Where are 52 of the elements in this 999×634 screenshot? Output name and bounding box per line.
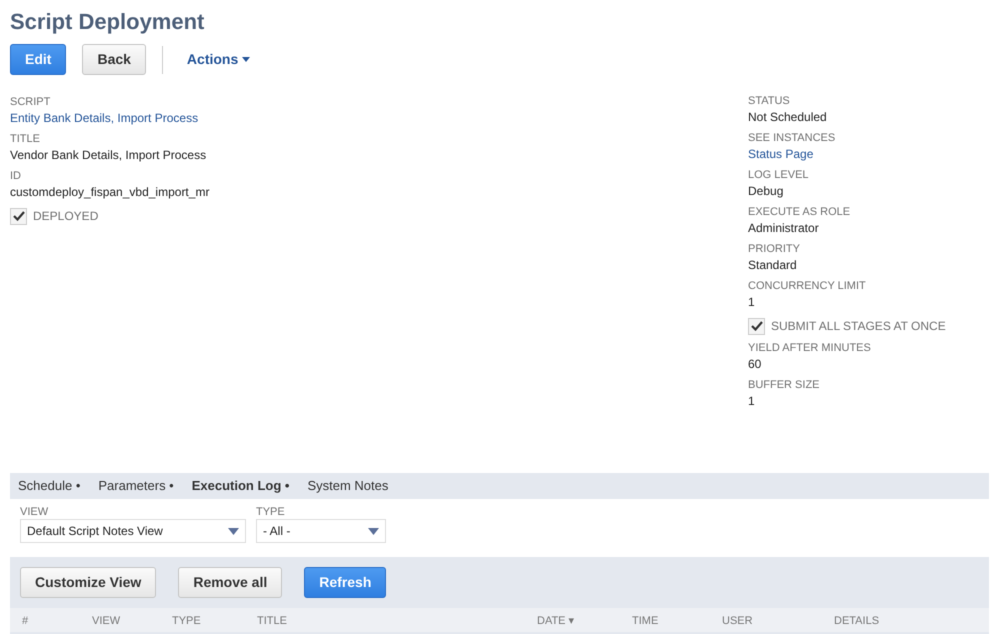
field-label: CONCURRENCY LIMIT (748, 279, 866, 294)
checkmark-icon (750, 321, 762, 331)
checkbox[interactable] (10, 208, 27, 224)
actions-menu[interactable]: Actions (186, 49, 250, 70)
field-value: 1 (748, 393, 755, 409)
field-value: Administrator (748, 220, 819, 236)
field-label: ID (10, 169, 21, 184)
field-label: EXECUTE AS ROLE (748, 205, 850, 220)
subtab[interactable]: Parameters • (98, 476, 174, 496)
caret-icon (368, 528, 379, 534)
caret-icon (228, 528, 239, 534)
list-button[interactable]: Customize View (20, 567, 156, 598)
field-link[interactable]: Status Page (748, 146, 814, 162)
filter-label: VIEW (20, 505, 48, 519)
field-label: DEPLOYED (33, 208, 98, 225)
field-label: LOG LEVEL (748, 168, 809, 183)
list-button[interactable]: Remove all (178, 567, 282, 598)
field-label: STATUS (748, 94, 790, 109)
page-title: Script Deployment (10, 8, 204, 36)
column-header[interactable]: VIEW (92, 615, 120, 627)
column-header[interactable]: USER (722, 615, 753, 627)
field-value: 60 (748, 356, 762, 372)
field-label: SEE INSTANCES (748, 131, 836, 146)
field-value: Vendor Bank Details, Import Process (10, 147, 206, 163)
field-link[interactable]: Entity Bank Details, Import Process (10, 110, 198, 126)
field-value: Not Scheduled (748, 109, 827, 125)
field-label: YIELD AFTER MINUTES (748, 341, 871, 356)
filter-label: TYPE (256, 505, 285, 519)
field-value: Standard (748, 257, 797, 273)
field-label: BUFFER SIZE (748, 378, 820, 393)
caret-icon (242, 57, 250, 62)
field-label: TITLE (10, 132, 40, 147)
column-header[interactable]: DETAILS (834, 615, 880, 627)
column-header[interactable]: TYPE (172, 615, 201, 627)
checkbox[interactable] (748, 318, 765, 334)
action-button[interactable]: Back (82, 44, 146, 75)
field-value: customdeploy_fispan_vbd_import_mr (10, 184, 210, 200)
subtab[interactable]: Execution Log • (192, 476, 290, 496)
column-header[interactable]: TITLE (257, 615, 287, 627)
filter-dropdown[interactable]: Default Script Notes View (20, 519, 246, 543)
field-value: 1 (748, 294, 755, 310)
field-label: SCRIPT (10, 95, 50, 110)
checkmark-icon (12, 211, 24, 221)
column-header[interactable]: # (22, 615, 28, 627)
column-header[interactable]: TIME (632, 615, 658, 627)
field-value: Debug (748, 183, 784, 199)
filter-dropdown[interactable]: - All - (256, 519, 386, 543)
field-label: PRIORITY (748, 242, 800, 257)
subtab[interactable]: Schedule • (18, 476, 80, 496)
subtab[interactable]: System Notes (307, 476, 388, 496)
field-label: SUBMIT ALL STAGES AT ONCE (771, 318, 946, 335)
column-header[interactable]: DATE ▾ (537, 615, 575, 627)
